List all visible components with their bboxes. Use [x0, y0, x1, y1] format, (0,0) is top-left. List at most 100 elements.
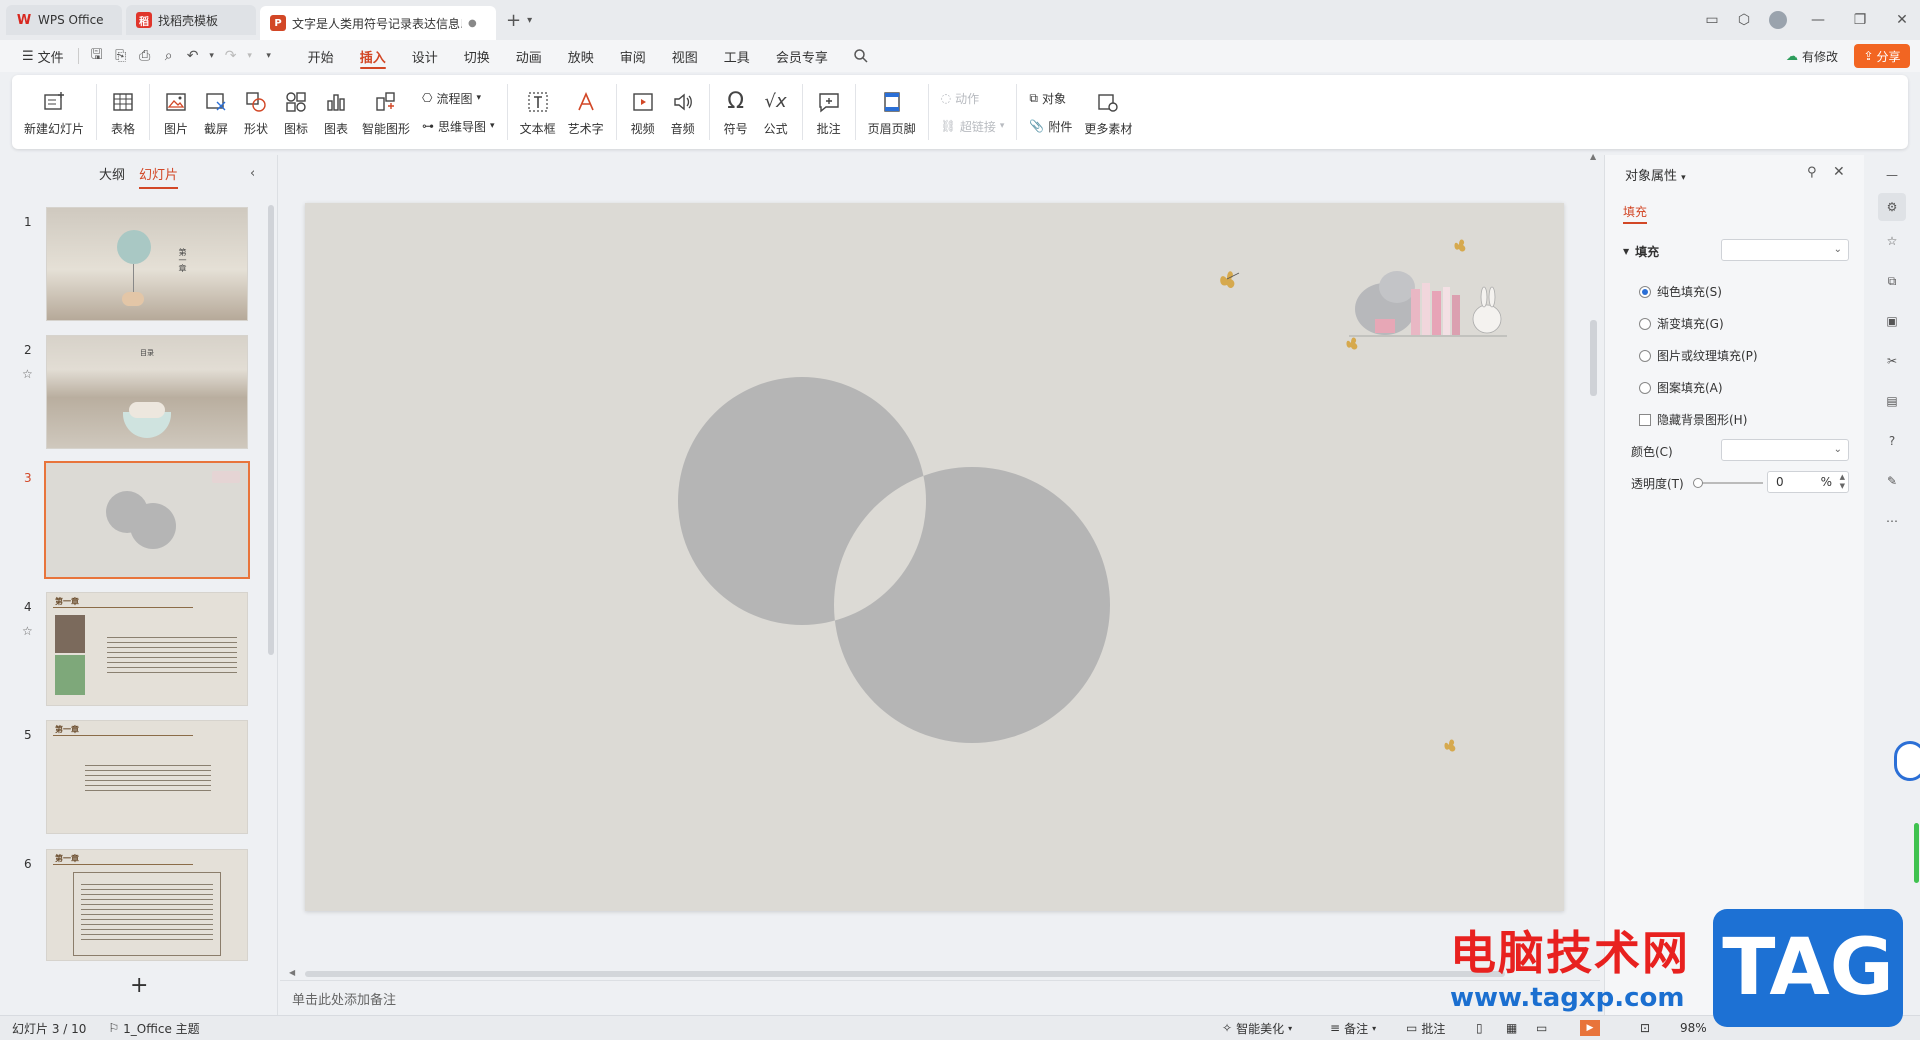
- tab-template[interactable]: 稻 找稻壳模板: [126, 5, 256, 35]
- theme-indicator[interactable]: ⚐ 1_Office 主题: [108, 1020, 199, 1037]
- comment-button[interactable]: 批注: [809, 79, 849, 145]
- transparency-input[interactable]: 0 % ▲ ▼: [1767, 471, 1849, 493]
- action-button[interactable]: ◌ 动作: [941, 88, 1005, 108]
- pen-icon[interactable]: ✎: [1878, 467, 1906, 495]
- stepper-icon[interactable]: ▲ ▼: [1840, 473, 1845, 491]
- option-gradient-fill[interactable]: 渐变填充(G): [1639, 315, 1724, 332]
- star-icon[interactable]: ☆: [22, 624, 33, 638]
- tools-icon[interactable]: ✂: [1878, 347, 1906, 375]
- slide-thumbnail-selected[interactable]: [44, 461, 250, 579]
- tab-fill[interactable]: 填充: [1623, 203, 1648, 224]
- header-footer-button[interactable]: 页眉页脚: [862, 79, 922, 145]
- table-button[interactable]: 表格: [103, 79, 143, 145]
- radio-pattern[interactable]: [1639, 381, 1651, 394]
- radio-solid[interactable]: [1639, 285, 1651, 298]
- panel-title[interactable]: 对象属性 ▾: [1625, 165, 1686, 184]
- slide-counter[interactable]: 幻灯片 3 / 10: [12, 1020, 86, 1037]
- slider-knob[interactable]: [1693, 478, 1703, 488]
- undo-icon[interactable]: ↶: [181, 40, 205, 72]
- canvas-vertical-scrollbar[interactable]: [1590, 320, 1597, 396]
- menu-home[interactable]: 开始: [295, 40, 347, 72]
- slide-thumb-row[interactable]: 4 ☆ 第一章: [0, 592, 250, 708]
- collapse-panel-icon[interactable]: ‹: [250, 166, 255, 181]
- smart-graphic-button[interactable]: 智能图形: [356, 79, 416, 145]
- tab-wps-office[interactable]: W WPS Office: [6, 5, 122, 35]
- slide-thumbnail[interactable]: 第一章: [46, 592, 248, 706]
- option-picture-fill[interactable]: 图片或纹理填充(P): [1639, 347, 1758, 364]
- print-preview-icon[interactable]: ⌕: [157, 40, 181, 72]
- object-button[interactable]: ⧉ 对象: [1029, 88, 1072, 108]
- menu-design[interactable]: 设计: [399, 40, 451, 72]
- avatar[interactable]: [1760, 0, 1796, 40]
- slide-thumbnail[interactable]: 第一章: [46, 207, 248, 321]
- shape-button[interactable]: 形状: [236, 79, 276, 145]
- new-tab-plus-icon[interactable]: +: [506, 10, 521, 31]
- tab-list-chevron-icon[interactable]: ▾: [527, 15, 532, 26]
- customize-quick-access-icon[interactable]: ▾: [257, 40, 281, 72]
- file-menu[interactable]: ☰ 文件: [14, 40, 72, 72]
- panel-scrollbar[interactable]: [268, 205, 274, 655]
- screenshot-button[interactable]: 截屏: [196, 79, 236, 145]
- color-dropdown[interactable]: ⌄: [1721, 439, 1849, 461]
- menu-member[interactable]: 会员专享: [763, 40, 841, 72]
- cube-icon[interactable]: ⬡: [1726, 0, 1762, 40]
- slide-thumb-row[interactable]: 2 ☆ 目录: [0, 335, 250, 451]
- minimize-icon[interactable]: —: [1800, 0, 1836, 40]
- slide-thumbnail[interactable]: 第一章: [46, 849, 248, 961]
- picture-button[interactable]: 图片: [156, 79, 196, 145]
- menu-slideshow[interactable]: 放映: [555, 40, 607, 72]
- menu-view[interactable]: 视图: [659, 40, 711, 72]
- search-icon[interactable]: [849, 40, 873, 72]
- textbox-button[interactable]: 文本框: [514, 79, 562, 145]
- pin-icon[interactable]: ⚲: [1807, 165, 1817, 180]
- star-icon[interactable]: ☆: [1878, 227, 1906, 255]
- close-panel-icon[interactable]: ✕: [1833, 164, 1845, 180]
- share-button[interactable]: ⇪ 分享: [1854, 44, 1910, 68]
- menu-insert[interactable]: 插入: [347, 40, 399, 72]
- properties-icon[interactable]: ⚙: [1878, 193, 1906, 221]
- option-pattern-fill[interactable]: 图案填充(A): [1639, 379, 1723, 396]
- slide-thumbnail[interactable]: 目录: [46, 335, 248, 449]
- star-icon[interactable]: ☆: [22, 367, 33, 381]
- option-solid-fill[interactable]: 纯色填充(S): [1639, 283, 1722, 300]
- scroll-up-arrow-icon[interactable]: ▲: [1590, 152, 1596, 161]
- slide-thumb-row[interactable]: 3: [0, 461, 250, 579]
- menu-transition[interactable]: 切换: [451, 40, 503, 72]
- attachment-button[interactable]: 📎 附件: [1029, 116, 1072, 136]
- close-window-icon[interactable]: ✕: [1884, 0, 1920, 40]
- circle-shape-right[interactable]: [834, 467, 1110, 743]
- icon-button[interactable]: 图标: [276, 79, 316, 145]
- current-slide[interactable]: [305, 203, 1564, 911]
- formula-button[interactable]: √x 公式: [756, 79, 796, 145]
- canvas-horizontal-scrollbar[interactable]: [305, 971, 1505, 977]
- export-icon[interactable]: ⎘: [109, 40, 133, 72]
- copy-icon[interactable]: ⧉: [1878, 267, 1906, 295]
- more-material-button[interactable]: 更多素材: [1078, 79, 1138, 145]
- slide-thumb-row[interactable]: 5 第一章: [0, 720, 250, 836]
- hyperlink-button[interactable]: ⛓ 超链接 ▾: [941, 116, 1005, 136]
- radio-gradient[interactable]: [1639, 317, 1651, 330]
- slide-thumb-row[interactable]: 6 第一章: [0, 849, 250, 965]
- notes-toggle[interactable]: ≡ 备注 ▾: [1330, 1020, 1376, 1037]
- video-button[interactable]: 视频: [623, 79, 663, 145]
- modified-status[interactable]: ☁ 有修改: [1786, 40, 1838, 72]
- layout-icon[interactable]: ▭: [1694, 0, 1730, 40]
- tab-modified-dot-icon[interactable]: ●: [468, 18, 477, 29]
- assistant-icon[interactable]: [1894, 741, 1920, 781]
- beautify-button[interactable]: ✧ 智能美化 ▾: [1222, 1020, 1292, 1037]
- slide-thumbnail[interactable]: 第一章: [46, 720, 248, 834]
- fill-section-header[interactable]: ▼ 填充: [1623, 243, 1659, 260]
- add-slide-plus-icon[interactable]: +: [130, 973, 148, 998]
- new-slide-button[interactable]: 新建幻灯片: [18, 79, 90, 145]
- menu-review[interactable]: 审阅: [607, 40, 659, 72]
- checkbox-hide-bg[interactable]: [1639, 413, 1651, 426]
- flowchart-button[interactable]: ⎔ 流程图 ▾: [422, 88, 495, 108]
- restore-icon[interactable]: ❐: [1842, 0, 1878, 40]
- redo-icon[interactable]: ↷: [219, 40, 243, 72]
- notes-area[interactable]: 单击此处添加备注: [280, 980, 1600, 1015]
- menu-animation[interactable]: 动画: [503, 40, 555, 72]
- chart-button[interactable]: 图表: [316, 79, 356, 145]
- print-icon[interactable]: ⎙: [133, 40, 157, 72]
- more-icon[interactable]: ⋯: [1878, 507, 1906, 535]
- option-hide-background[interactable]: 隐藏背景图形(H): [1639, 411, 1747, 428]
